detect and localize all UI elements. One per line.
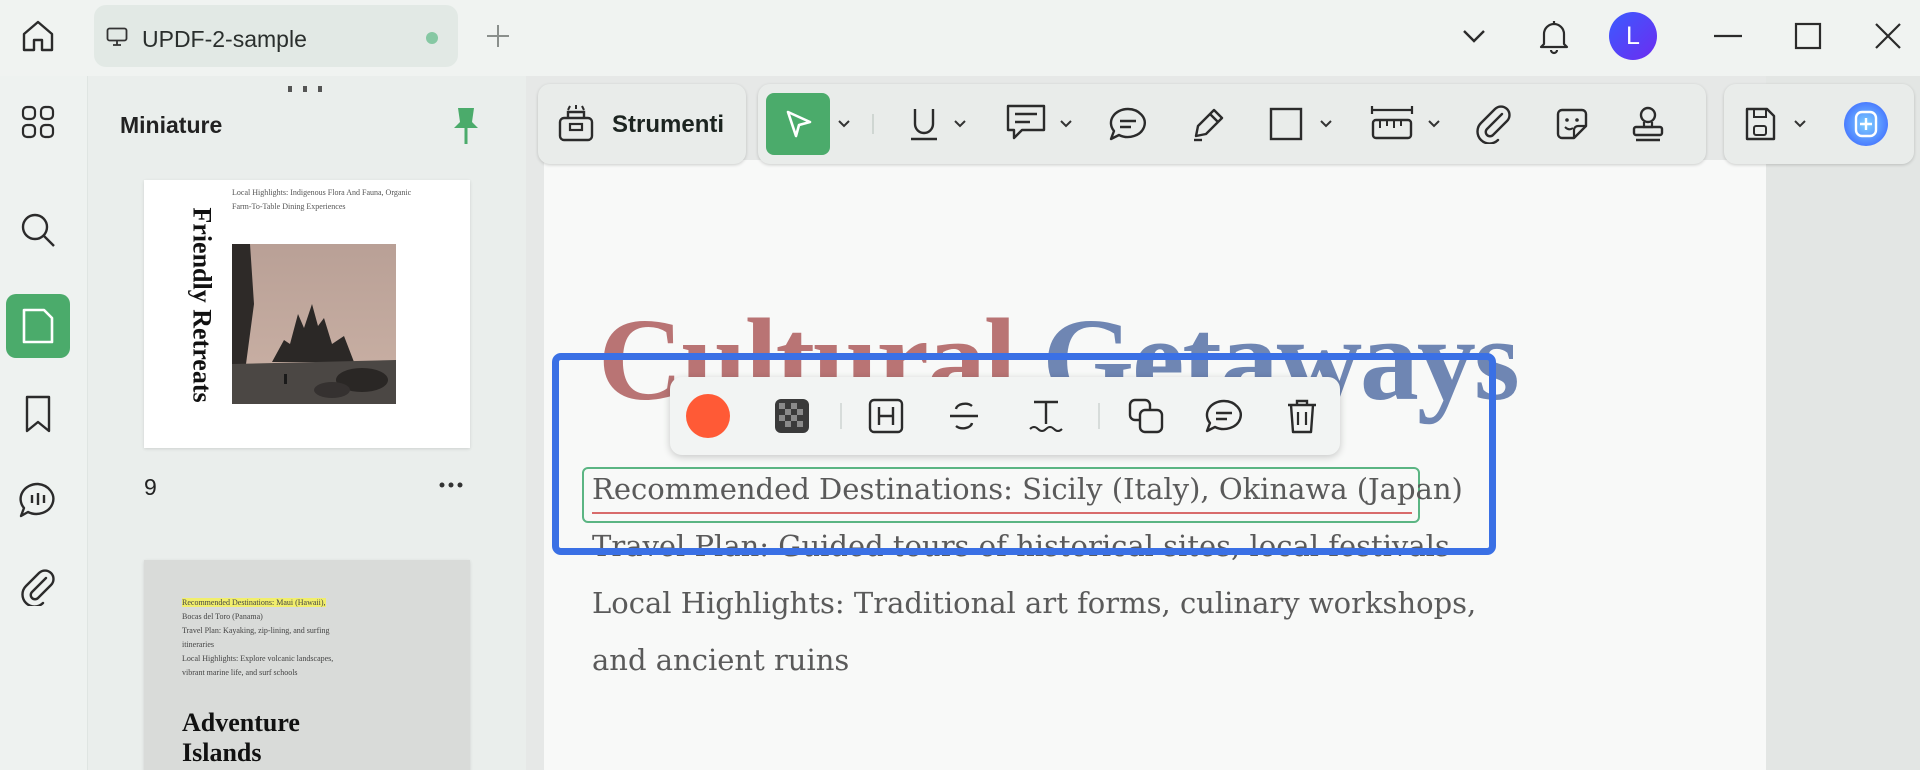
save-icon[interactable] [1736, 100, 1784, 148]
drag-handle[interactable] [286, 84, 326, 92]
user-avatar[interactable]: L [1609, 12, 1657, 60]
thumbnail-text-line: Recommended Destinations: Maui (Hawaii), [182, 598, 326, 607]
minimize-icon[interactable] [1708, 16, 1748, 56]
thumbnail-landscape-image [232, 244, 396, 404]
document-tab[interactable]: UPDF-2-sample [94, 5, 458, 67]
close-icon[interactable] [1868, 16, 1908, 56]
thumbnails-page-icon[interactable] [6, 294, 70, 358]
maximize-icon[interactable] [1788, 16, 1828, 56]
stamp-icon[interactable] [1624, 100, 1672, 148]
apps-grid-icon[interactable] [6, 90, 70, 154]
color-picker-button[interactable] [684, 392, 732, 440]
chevron-down-icon[interactable] [1454, 16, 1494, 56]
left-icon-rail [0, 76, 88, 770]
chevron-down-icon[interactable] [952, 118, 968, 130]
chevron-down-icon[interactable] [836, 118, 852, 130]
select-tool-button[interactable] [766, 93, 830, 155]
strikethrough-icon[interactable] [940, 392, 988, 440]
toolbar-divider [1098, 403, 1100, 429]
tools-label: Strumenti [612, 111, 725, 138]
text-comment-icon[interactable] [1002, 100, 1050, 148]
tools-button[interactable]: Strumenti [538, 84, 746, 164]
thumbnail-title-line: Islands [182, 738, 262, 767]
title-bar: UPDF-2-sample L [0, 0, 1920, 76]
opacity-checker-icon[interactable] [768, 392, 816, 440]
document-tab-title: UPDF-2-sample [142, 26, 307, 52]
bell-icon[interactable] [1534, 16, 1574, 56]
thumbnail-title: Adventure Islands [182, 708, 300, 768]
page-thumbnail-10[interactable]: Recommended Destinations: Maui (Hawaii),… [144, 560, 470, 770]
more-options-icon[interactable] [438, 480, 464, 490]
highlight-icon[interactable] [862, 392, 910, 440]
page-thumbnail-9[interactable]: Local Highlights: Indigenous Flora And F… [144, 180, 470, 448]
viewer-gutter [1766, 76, 1920, 770]
bookmark-icon[interactable] [6, 382, 70, 446]
add-comment-icon[interactable] [1200, 392, 1248, 440]
thumbnail-text-line: Local Highlights: Indigenous Flora And F… [232, 188, 412, 197]
document-text-line[interactable]: and ancient ruins [592, 643, 849, 677]
thumbnail-vertical-title: Friendly Retreats [187, 207, 217, 403]
thumbnail-text-line: Travel Plan: Kayaking, zip-lining, and s… [182, 626, 330, 635]
rectangle-shape-icon[interactable] [1262, 100, 1310, 148]
home-icon[interactable] [18, 16, 58, 56]
annotation-toolbar [758, 84, 1706, 164]
chevron-down-icon[interactable] [1426, 118, 1442, 130]
save-toolbar [1724, 84, 1914, 164]
pencil-icon[interactable] [1184, 100, 1232, 148]
monitor-icon [106, 27, 128, 47]
unsaved-dot-icon [426, 32, 438, 44]
thumbnail-text-line: vibrant marine life, and surf schools [182, 668, 298, 677]
chevron-down-icon[interactable] [1792, 118, 1808, 130]
measure-ruler-icon[interactable] [1368, 100, 1416, 148]
page-number: 9 [144, 474, 157, 500]
search-icon[interactable] [6, 198, 70, 262]
panel-title: Miniature [120, 112, 223, 138]
toolbar-divider [840, 403, 842, 429]
squiggly-text-icon[interactable] [1022, 392, 1070, 440]
sticker-icon[interactable] [1548, 100, 1596, 148]
trash-icon[interactable] [1278, 392, 1326, 440]
thumbnail-title-line: Adventure [182, 708, 300, 737]
comment-icon[interactable] [1104, 100, 1152, 148]
thumbnails-panel: Miniature Local Highlights: Indigenous F… [88, 76, 526, 770]
thumbnail-text-line: itineraries [182, 640, 214, 649]
thumbnail-text-line: Bocas del Toro (Panama) [182, 612, 263, 621]
new-tab-plus-icon[interactable] [484, 22, 512, 50]
pin-icon[interactable] [448, 104, 484, 148]
ai-assistant-icon[interactable] [1842, 100, 1890, 148]
chevron-down-icon[interactable] [1058, 118, 1074, 130]
document-text-line[interactable]: Local Highlights: Traditional art forms,… [592, 586, 1476, 620]
comments-icon[interactable] [6, 468, 70, 532]
copy-icon[interactable] [1122, 392, 1170, 440]
toolbox-icon [552, 100, 600, 148]
thumbnail-text-line: Farm-To-Table Dining Experiences [232, 202, 346, 211]
chevron-down-icon[interactable] [1318, 118, 1334, 130]
document-viewer: Strumenti Cultural Getaways Recommended … [526, 76, 1920, 770]
annotation-context-toolbar [670, 377, 1340, 455]
toolbar-divider [872, 114, 874, 134]
underline-icon[interactable] [900, 100, 948, 148]
thumbnail-text-line: Local Highlights: Explore volcanic lands… [182, 654, 334, 663]
attachment-icon[interactable] [6, 554, 70, 618]
attachment-icon[interactable] [1470, 100, 1518, 148]
